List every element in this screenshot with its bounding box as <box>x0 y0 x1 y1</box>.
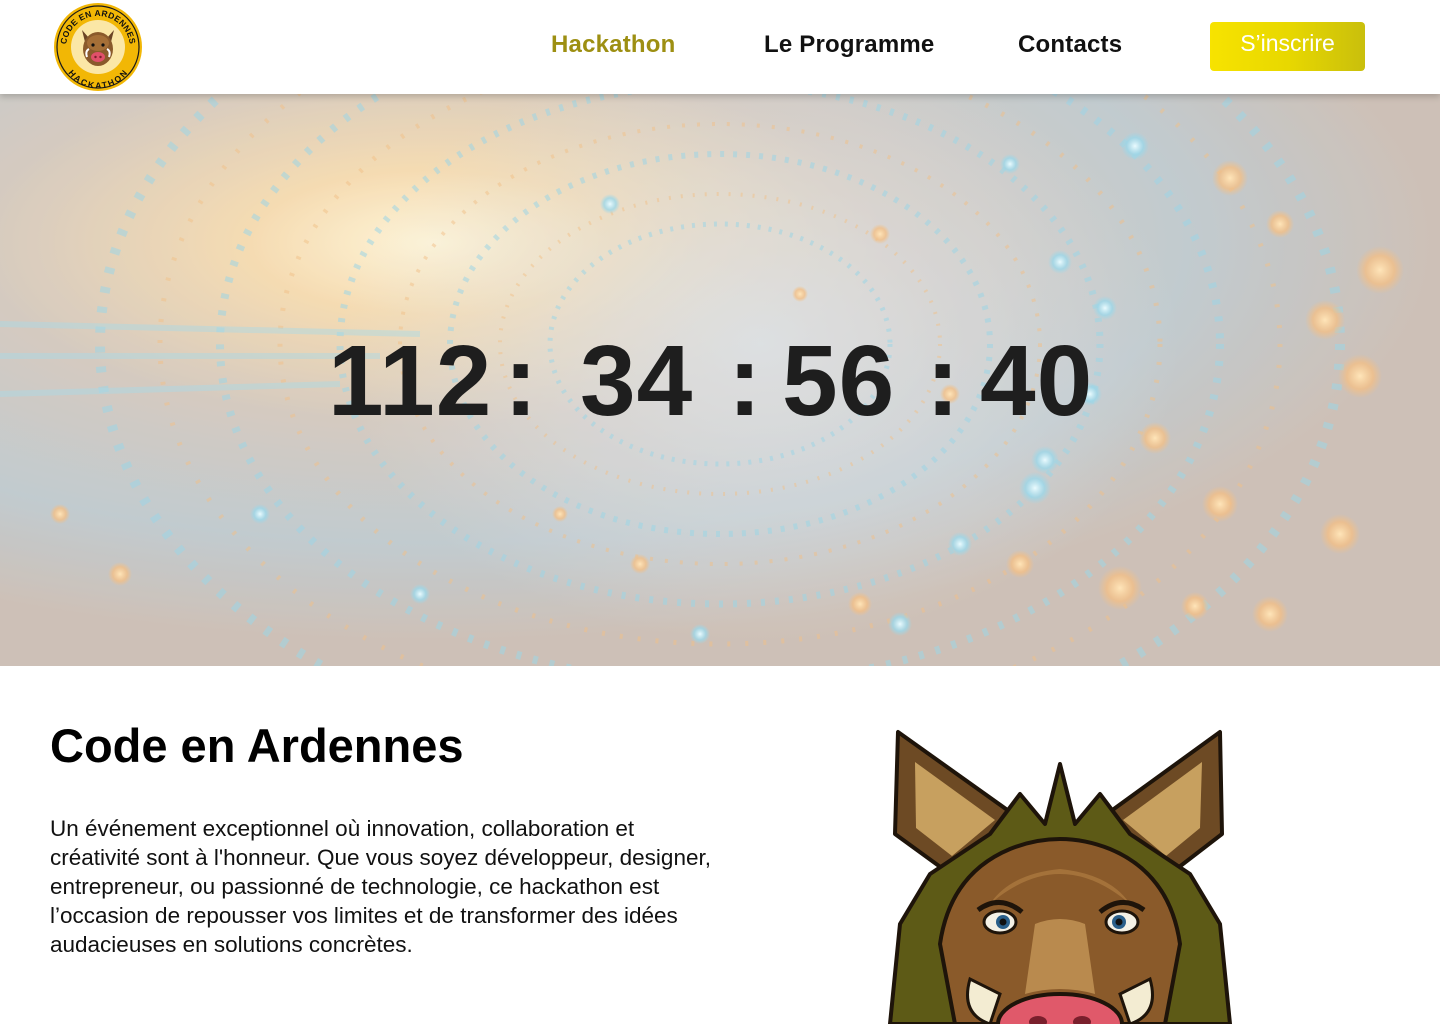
boar-logo-icon[interactable]: CODE EN ARDENNES HACKATHON <box>52 2 144 92</box>
countdown-seconds: 40 <box>980 325 1094 437</box>
boar-head-icon <box>888 730 1232 1024</box>
about-title: Code en Ardennes <box>50 719 464 772</box>
countdown-separator: : <box>728 325 763 437</box>
nav-hackathon[interactable]: Hackathon <box>551 31 676 59</box>
countdown-minutes: 56 <box>782 325 896 437</box>
countdown-hours: 34 <box>580 325 694 437</box>
countdown-separator: : <box>926 325 961 437</box>
register-button[interactable]: S’inscrire <box>1210 22 1365 71</box>
hero-banner: 112 : 34 : 56 : 40 <box>0 94 1440 666</box>
countdown-days: 112 <box>328 325 493 437</box>
about-description: Un événement exceptionnel où innovation,… <box>50 816 711 957</box>
nav-contacts[interactable]: Contacts <box>1018 31 1122 59</box>
countdown-separator: : <box>504 325 539 437</box>
nav-le-programme[interactable]: Le Programme <box>764 31 934 59</box>
countdown-timer: 112 : 34 : 56 : 40 <box>0 94 1440 666</box>
site-header: CODE EN ARDENNES HACKATHON Hackathon Le … <box>0 0 1440 94</box>
